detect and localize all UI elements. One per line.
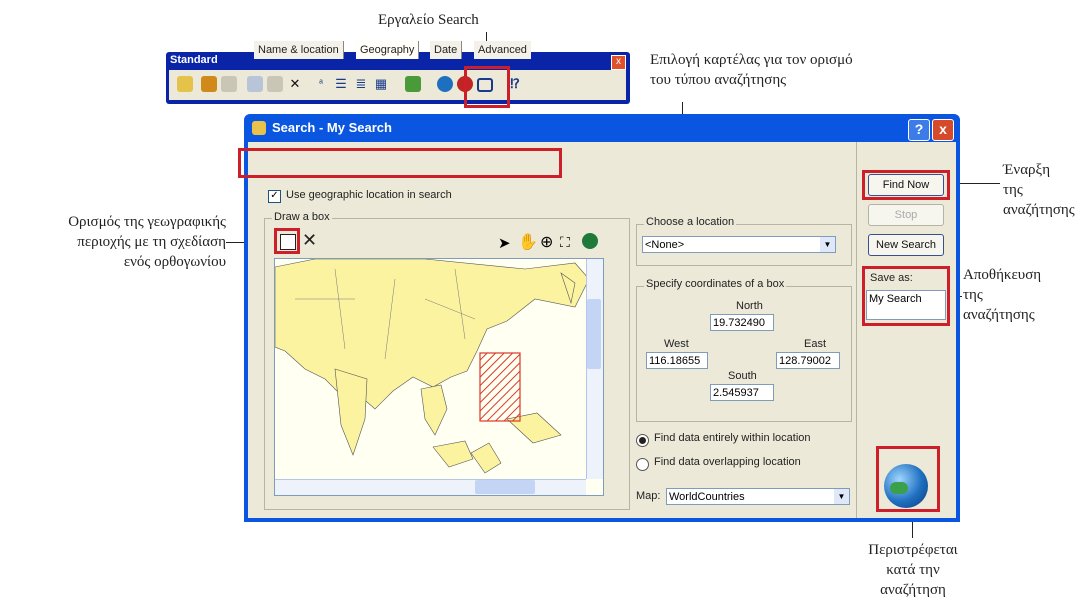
- radio-overlap[interactable]: [636, 458, 649, 471]
- window-title: Search - My Search: [272, 120, 392, 135]
- highlight-save-as: [862, 266, 950, 326]
- east-input[interactable]: 128.79002: [776, 352, 840, 369]
- highlight-tabs: [238, 148, 562, 178]
- large-icons-icon[interactable]: ᵃ: [313, 76, 329, 92]
- tab-date[interactable]: Date: [430, 41, 463, 59]
- close-button[interactable]: x: [932, 119, 954, 141]
- map-vertical-scrollbar[interactable]: [586, 259, 603, 479]
- use-geo-checkbox[interactable]: ✓: [268, 190, 281, 203]
- search-extent-box: [479, 352, 521, 422]
- map-preview[interactable]: [274, 258, 604, 496]
- radio-within-label: Find data entirely within location: [654, 432, 811, 444]
- annotation-tab-select: Επιλογή καρτέλας για τον ορισμό του τύπο…: [650, 52, 853, 88]
- annotation-start-search: Έναρξη της αναζήτησης: [1003, 162, 1075, 218]
- toolbar-body: ✕ ᵃ ☰ ≣ ▦ ⁉: [169, 70, 626, 100]
- paste-icon[interactable]: [267, 76, 283, 92]
- east-label: East: [804, 338, 827, 350]
- toolbar-title: Standard: [170, 54, 218, 66]
- standard-toolbar: Standard x ✕ ᵃ ☰ ≣ ▦ ⁉: [166, 52, 630, 104]
- search-tool-icon[interactable]: [405, 76, 421, 92]
- new-search-button[interactable]: New Search: [868, 234, 944, 256]
- open-icon[interactable]: [177, 76, 193, 92]
- clear-box-icon[interactable]: ✕: [302, 230, 317, 251]
- thumbnails-icon[interactable]: ▦: [373, 76, 389, 92]
- window-app-icon: [252, 121, 266, 135]
- annotation-search-tool: Εργαλείο Search: [378, 12, 479, 28]
- radio-overlap-label: Find data overlapping location: [654, 456, 801, 468]
- annotation-save-search: Αποθήκευση της αναζήτησης: [963, 267, 1042, 323]
- annotation-rotates: Περιστρέφεται κατά την αναζήτηση: [868, 542, 958, 598]
- stop-button[interactable]: Stop: [868, 204, 944, 226]
- north-input[interactable]: 19.732490: [710, 314, 774, 331]
- disconnect-icon[interactable]: [221, 76, 237, 92]
- zoom-in-icon[interactable]: ⊕: [540, 232, 553, 252]
- full-extent-icon[interactable]: ⛶: [560, 234, 570, 251]
- column-divider: [856, 142, 857, 518]
- annotation-draw-area: Ορισμός της γεωγραφικής περιοχής με τη σ…: [68, 214, 226, 270]
- highlight-find-now: [862, 170, 950, 200]
- south-label: South: [728, 370, 757, 382]
- west-label: West: [664, 338, 689, 350]
- tab-advanced[interactable]: Advanced: [474, 41, 531, 59]
- add-data-icon[interactable]: [201, 76, 217, 92]
- list-icon[interactable]: ☰: [333, 76, 349, 92]
- delete-icon[interactable]: ✕: [287, 76, 303, 92]
- map-hscroll-thumb[interactable]: [475, 480, 535, 494]
- tab-name-location[interactable]: Name & location: [254, 41, 344, 59]
- highlight-search-tool: [464, 66, 510, 108]
- map-chevron-down-icon[interactable]: ▼: [834, 489, 849, 504]
- map-vscroll-thumb[interactable]: [587, 299, 601, 369]
- map-label: Map:: [636, 490, 661, 502]
- west-input[interactable]: 116.18655: [646, 352, 708, 369]
- chevron-down-icon[interactable]: ▼: [820, 237, 835, 252]
- select-arrow-icon[interactable]: ➤: [498, 234, 511, 252]
- north-label: North: [736, 300, 763, 312]
- world-map-svg: [275, 259, 603, 495]
- globe-icon[interactable]: [437, 76, 453, 92]
- location-select[interactable]: <None>: [642, 236, 836, 253]
- globe-view-icon[interactable]: [582, 233, 598, 249]
- use-geo-label: Use geographic location in search: [286, 189, 452, 201]
- radio-within-dot: [639, 437, 646, 444]
- highlight-globe: [876, 446, 940, 512]
- map-select[interactable]: WorldCountries: [666, 488, 850, 505]
- help-button[interactable]: ?: [908, 119, 930, 141]
- draw-box-label: Draw a box: [272, 211, 332, 223]
- toolbar-close-button[interactable]: x: [611, 55, 626, 70]
- details-icon[interactable]: ≣: [353, 76, 369, 92]
- south-input[interactable]: 2.545937: [710, 384, 774, 401]
- copy-icon[interactable]: [247, 76, 263, 92]
- choose-location-label: Choose a location: [644, 216, 737, 228]
- coordinates-label: Specify coordinates of a box: [644, 278, 787, 290]
- map-horizontal-scrollbar[interactable]: [275, 479, 586, 495]
- tab-geography[interactable]: Geography: [356, 41, 420, 59]
- pan-hand-icon[interactable]: ✋: [518, 232, 538, 252]
- highlight-draw-box: [274, 228, 300, 254]
